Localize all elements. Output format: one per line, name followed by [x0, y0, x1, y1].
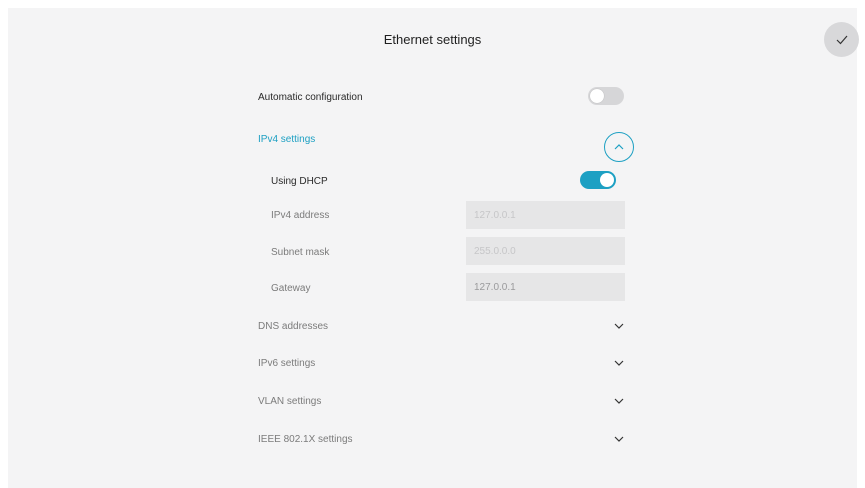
ipv6-settings-label: IPv6 settings — [258, 357, 316, 369]
ipv4-settings-row[interactable]: IPv4 settings — [258, 129, 638, 149]
subnet-mask-label: Subnet mask — [271, 246, 330, 258]
using-dhcp-toggle[interactable] — [580, 171, 616, 189]
dns-addresses-expand-button[interactable] — [611, 318, 627, 334]
ipv4-collapse-button[interactable] — [604, 132, 634, 162]
chevron-down-icon — [614, 398, 624, 404]
chevron-up-icon — [614, 144, 624, 150]
chevron-down-icon — [614, 323, 624, 329]
ipv4-address-field[interactable]: 127.0.0.1 — [466, 201, 625, 229]
ieee-8021x-settings-expand-button[interactable] — [611, 431, 627, 447]
toggle-knob — [590, 89, 604, 103]
vlan-settings-expand-button[interactable] — [611, 393, 627, 409]
done-button[interactable] — [824, 22, 859, 57]
automatic-configuration-label: Automatic configuration — [258, 91, 363, 103]
using-dhcp-label: Using DHCP — [271, 175, 328, 187]
automatic-configuration-row: Automatic configuration — [258, 87, 638, 107]
ieee-8021x-settings-row[interactable]: IEEE 802.1X settings — [258, 429, 638, 449]
chevron-down-icon — [614, 360, 624, 366]
ethernet-settings-panel: Ethernet settings Automatic configuratio… — [8, 8, 859, 488]
vlan-settings-label: VLAN settings — [258, 395, 322, 407]
subnet-mask-field[interactable]: 255.0.0.0 — [466, 237, 625, 265]
dns-addresses-row[interactable]: DNS addresses — [258, 316, 638, 336]
ipv4-settings-label: IPv4 settings — [258, 133, 316, 145]
automatic-configuration-toggle[interactable] — [588, 87, 624, 105]
ieee-8021x-settings-label: IEEE 802.1X settings — [258, 433, 353, 445]
ipv6-settings-row[interactable]: IPv6 settings — [258, 353, 638, 373]
page-title: Ethernet settings — [383, 32, 482, 47]
gateway-label: Gateway — [271, 282, 311, 294]
gateway-field[interactable]: 127.0.0.1 — [466, 273, 625, 301]
ipv6-settings-expand-button[interactable] — [611, 355, 627, 371]
dns-addresses-label: DNS addresses — [258, 320, 329, 332]
ipv4-address-label: IPv4 address — [271, 209, 330, 221]
checkmark-icon — [836, 35, 847, 44]
toggle-knob — [600, 173, 614, 187]
vlan-settings-row[interactable]: VLAN settings — [258, 391, 638, 411]
chevron-down-icon — [614, 436, 624, 442]
